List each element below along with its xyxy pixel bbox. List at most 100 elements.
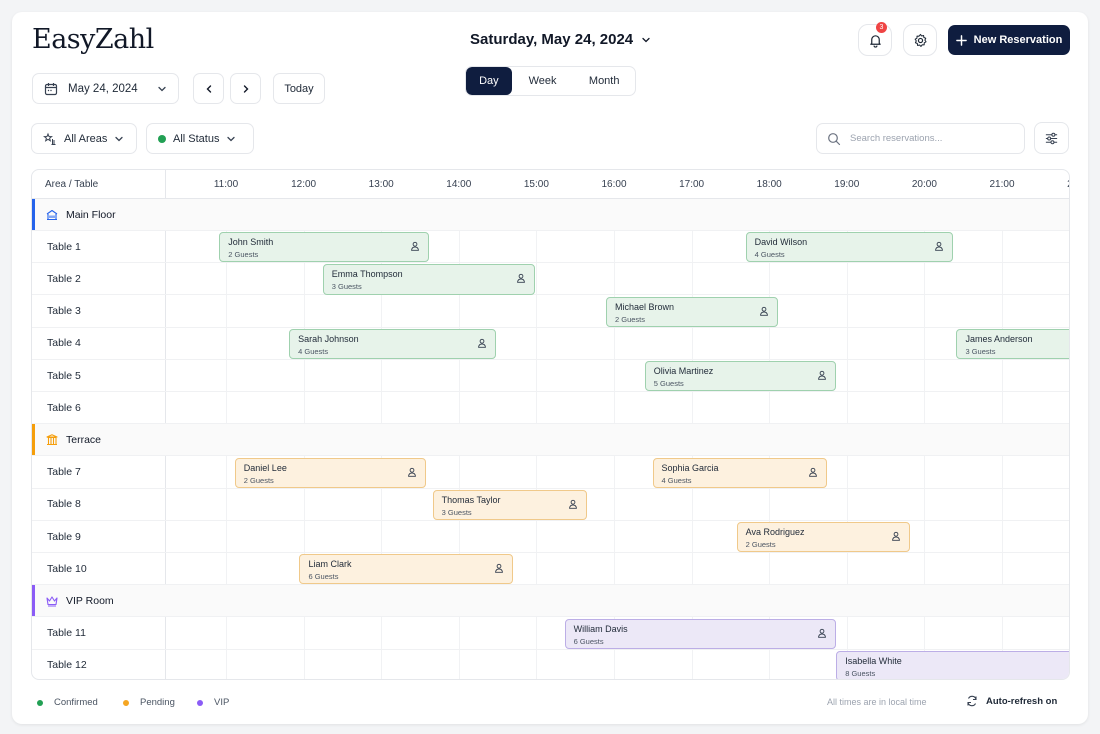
- status-filter-label: All Status: [173, 132, 220, 145]
- table-row: Table 4: [32, 328, 1069, 360]
- table-label: Table 10: [47, 562, 87, 575]
- guest-name: Daniel Lee: [243, 462, 287, 473]
- reservation-card[interactable]: Michael Brown 2 Guests: [605, 296, 778, 327]
- areas-icon: [43, 132, 56, 145]
- person-icon: [934, 242, 943, 252]
- table-row: Table 11: [32, 618, 1069, 650]
- reservation-card[interactable]: Thomas Taylor 3 Guests: [432, 489, 587, 520]
- auto-refresh-toggle[interactable]: Auto-refresh on: [966, 695, 1057, 707]
- table-row: Table 7: [32, 457, 1069, 489]
- reservation-card[interactable]: Isabella White 8 Guests: [836, 650, 1069, 679]
- notifications-button[interactable]: 3: [858, 22, 892, 56]
- area-header[interactable]: VIP Room: [45, 585, 114, 616]
- guest-name: Emma Thompson: [331, 269, 403, 280]
- reservation-card[interactable]: Daniel Lee 2 Guests: [234, 457, 427, 488]
- status-filter[interactable]: All Status: [146, 123, 254, 154]
- logo[interactable]: EasyZahl: [32, 24, 154, 55]
- hour-label: 14:00: [446, 179, 472, 190]
- area-header[interactable]: Main Floor: [45, 199, 116, 230]
- date-picker[interactable]: May 24, 2024: [32, 73, 179, 104]
- area-row: Terrace: [32, 424, 1069, 457]
- current-date-selector[interactable]: Saturday, May 24, 2024: [470, 31, 651, 48]
- guest-name: Liam Clark: [308, 559, 352, 570]
- area-header[interactable]: Terrace: [45, 424, 101, 455]
- guest-count: 2 Guests: [228, 250, 259, 260]
- tab-week[interactable]: Week: [512, 67, 574, 95]
- guest-count: 4 Guests: [754, 250, 785, 260]
- person-icon: [891, 531, 900, 541]
- hour-label: 19:00: [834, 179, 860, 190]
- hour-label: 13:00: [368, 179, 394, 190]
- guest-name: Sarah Johnson: [298, 333, 359, 344]
- guest-name: Ava Rodriguez: [745, 527, 805, 537]
- reservation-card[interactable]: James Anderson 3 Guests: [956, 328, 1069, 359]
- guest-name: Sophia Garcia: [661, 462, 719, 473]
- new-reservation-button[interactable]: New Reservation: [948, 25, 1070, 55]
- chevron-down-icon: [642, 37, 650, 42]
- guest-count: 4 Guests: [661, 475, 692, 485]
- reservation-card[interactable]: Olivia Martinez 5 Guests: [644, 361, 837, 392]
- hour-label: 15:00: [523, 179, 549, 190]
- area-name: Terrace: [66, 433, 102, 446]
- next-day-button[interactable]: [230, 73, 261, 104]
- guest-name: Thomas Taylor: [441, 494, 501, 505]
- area-color-bar: [32, 424, 35, 456]
- hour-label: 18:00: [756, 179, 782, 190]
- settings-button[interactable]: [903, 24, 937, 56]
- tab-month[interactable]: Month: [573, 67, 635, 95]
- crown-icon: [46, 596, 58, 607]
- guest-count: 3 Guests: [965, 346, 996, 356]
- search-box: [816, 123, 1025, 154]
- hour-label: 21:00: [989, 179, 1015, 190]
- area-name: Main Floor: [66, 208, 116, 221]
- table-row: Table 10: [32, 553, 1069, 586]
- table-row: Table 6: [32, 392, 1069, 425]
- date-picker-value: May 24, 2024: [68, 82, 138, 95]
- person-icon: [760, 306, 768, 316]
- guest-count: 4 Guests: [298, 346, 329, 356]
- filter-settings-button[interactable]: [1034, 122, 1069, 154]
- hour-label: 16:00: [601, 179, 627, 190]
- area-table-header: Area / Table: [45, 179, 99, 190]
- guest-count: 3 Guests: [331, 282, 362, 292]
- reservation-card[interactable]: Liam Clark 6 Guests: [299, 554, 513, 585]
- areas-filter[interactable]: All Areas: [31, 123, 137, 154]
- legend-label: VIP: [214, 697, 230, 708]
- today-button[interactable]: Today: [273, 73, 325, 104]
- reservation-card[interactable]: John Smith 2 Guests: [219, 232, 429, 263]
- person-icon: [809, 467, 818, 477]
- view-toggle: Day Week Month: [465, 66, 636, 96]
- guest-count: 5 Guests: [653, 379, 684, 388]
- search-input[interactable]: [850, 133, 1010, 144]
- legend-dot: [37, 699, 43, 706]
- notification-badge: 3: [876, 22, 887, 33]
- reservation-card[interactable]: Sophia Garcia 4 Guests: [652, 457, 828, 488]
- guest-count: 8 Guests: [845, 668, 876, 678]
- reservation-card[interactable]: Emma Thompson 3 Guests: [322, 264, 535, 295]
- guest-name: John Smith: [228, 237, 274, 248]
- plus-icon: [955, 34, 967, 46]
- guest-count: 2 Guests: [614, 314, 645, 324]
- tab-day[interactable]: Day: [466, 67, 512, 95]
- reservation-card[interactable]: Sarah Johnson 4 Guests: [289, 328, 497, 359]
- reservation-card[interactable]: William Davis 6 Guests: [564, 618, 837, 649]
- table-label: Table 6: [47, 401, 81, 414]
- reservation-card[interactable]: David Wilson 4 Guests: [745, 232, 953, 263]
- legend-label: Confirmed: [54, 697, 98, 708]
- area-name: VIP Room: [66, 594, 114, 607]
- reservation-card[interactable]: Ava Rodriguez 2 Guests: [736, 522, 910, 553]
- hour-label: 20:00: [911, 179, 937, 190]
- previous-day-button[interactable]: [193, 73, 224, 104]
- table-label: Table 3: [47, 305, 81, 318]
- table-row: Table 9: [32, 521, 1069, 553]
- chevron-down-icon: [115, 136, 124, 141]
- person-icon: [494, 564, 503, 574]
- table-label: Table 5: [47, 369, 81, 382]
- guest-name: David Wilson: [754, 237, 808, 248]
- guest-count: 2 Guests: [243, 475, 274, 485]
- legend-label: Pending: [140, 697, 175, 708]
- bell-icon: [869, 34, 881, 48]
- person-icon: [478, 338, 486, 348]
- table-row: Table 5: [32, 360, 1069, 392]
- columns-icon: [46, 434, 58, 445]
